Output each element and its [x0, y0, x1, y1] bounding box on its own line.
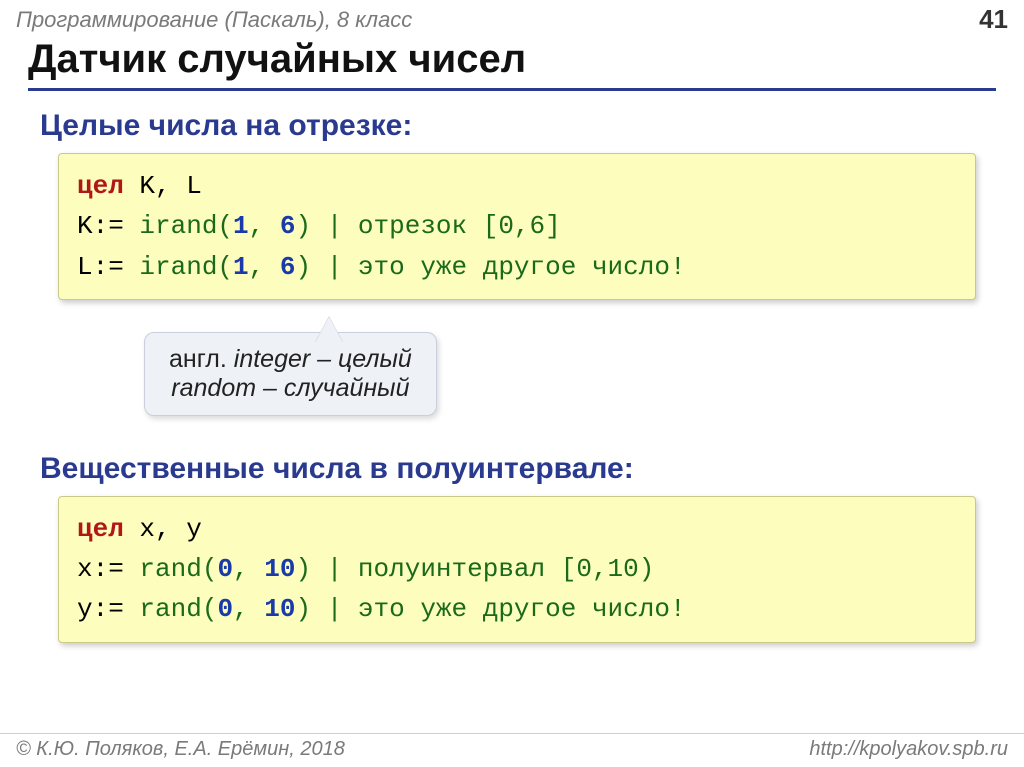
code-text: |: [311, 211, 358, 241]
code-line: цел K, L: [77, 166, 957, 206]
code-line: L:= irand(1, 6) | это уже другое число!: [77, 247, 957, 287]
number: 1: [233, 211, 249, 241]
code-text: ): [295, 554, 311, 584]
code-text: L:=: [77, 252, 139, 282]
func-name: rand(: [139, 594, 217, 624]
note-text: integer – целый: [234, 345, 412, 373]
page-title: Датчик случайных чисел: [28, 37, 996, 91]
callout-tail-icon: [315, 317, 343, 343]
code-line: y:= rand(0, 10) | это уже другое число!: [77, 589, 957, 629]
footer: © К.Ю. Поляков, Е.А. Ерёмин, 2018 http:/…: [0, 733, 1024, 761]
func-name: irand(: [139, 211, 233, 241]
note-callout: англ. integer – целый random – случайный: [40, 322, 984, 442]
code-text: ,: [233, 554, 264, 584]
code-text: ,: [249, 211, 280, 241]
keyword: цел: [77, 171, 124, 201]
note-text: англ.: [169, 345, 234, 373]
note-text: random – случайный: [171, 374, 409, 402]
number: 0: [217, 554, 233, 584]
number: 6: [280, 252, 296, 282]
code-text: ): [295, 594, 311, 624]
code-text: ,: [249, 252, 280, 282]
section2-heading: Вещественные числа в полуинтервале:: [40, 452, 984, 486]
code-text: K, L: [124, 171, 202, 201]
number: 6: [280, 211, 296, 241]
number: 0: [217, 594, 233, 624]
comment: полуинтервал [0,10): [358, 554, 654, 584]
code-text: |: [311, 252, 358, 282]
code-text: |: [311, 554, 358, 584]
footer-url: http://kpolyakov.spb.ru: [809, 738, 1008, 761]
code-text: y:=: [77, 594, 139, 624]
code-block-2: цел x, y x:= rand(0, 10) | полуинтервал …: [58, 496, 976, 643]
code-block-1: цел K, L K:= irand(1, 6) | отрезок [0,6]…: [58, 153, 976, 300]
func-name: irand(: [139, 252, 233, 282]
code-text: |: [311, 594, 358, 624]
code-text: ): [295, 211, 311, 241]
note-line: англ. integer – целый: [169, 345, 412, 374]
number: 1: [233, 252, 249, 282]
topbar: Программирование (Паскаль), 8 класс 41: [0, 0, 1024, 35]
copyright: © К.Ю. Поляков, Е.А. Ерёмин, 2018: [16, 738, 345, 761]
comment: отрезок [0,6]: [358, 211, 561, 241]
code-line: цел x, y: [77, 509, 957, 549]
code-text: x, y: [124, 514, 202, 544]
page-number: 41: [979, 4, 1008, 35]
slide: Программирование (Паскаль), 8 класс 41 Д…: [0, 0, 1024, 767]
code-text: ): [295, 252, 311, 282]
func-name: rand(: [139, 554, 217, 584]
section1-heading: Целые числа на отрезке:: [40, 109, 984, 143]
breadcrumb: Программирование (Паскаль), 8 класс: [16, 7, 412, 33]
number: 10: [264, 554, 295, 584]
number: 10: [264, 594, 295, 624]
note-box: англ. integer – целый random – случайный: [144, 332, 437, 416]
note-line: random – случайный: [169, 374, 412, 403]
code-text: x:=: [77, 554, 139, 584]
code-line: x:= rand(0, 10) | полуинтервал [0,10): [77, 549, 957, 589]
keyword: цел: [77, 514, 124, 544]
code-text: ,: [233, 594, 264, 624]
comment: это уже другое число!: [358, 252, 686, 282]
code-text: K:=: [77, 211, 139, 241]
code-line: K:= irand(1, 6) | отрезок [0,6]: [77, 206, 957, 246]
comment: это уже другое число!: [358, 594, 686, 624]
content: Целые числа на отрезке: цел K, L K:= ira…: [0, 91, 1024, 643]
